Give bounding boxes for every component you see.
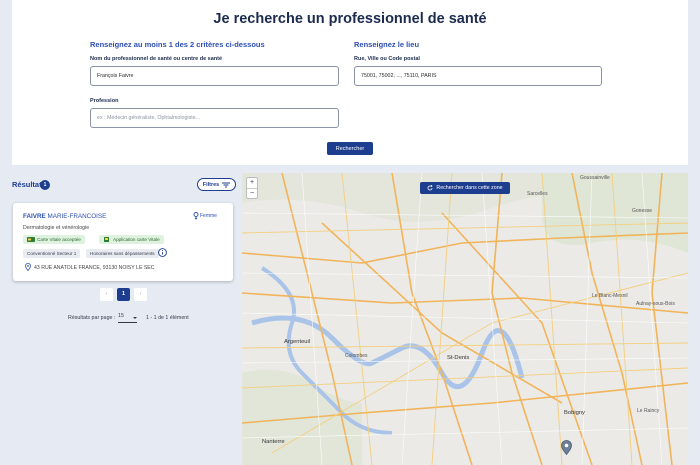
results-count-badge: 1 bbox=[40, 180, 50, 190]
female-icon bbox=[193, 212, 199, 220]
location-input[interactable] bbox=[354, 66, 602, 86]
results-title: Résultat bbox=[12, 180, 42, 189]
per-page-select[interactable]: 15 bbox=[118, 313, 137, 323]
location-field-label: Rue, Ville ou Code postal bbox=[354, 56, 420, 62]
gender-label: Femme bbox=[200, 213, 217, 219]
profession-input[interactable] bbox=[90, 108, 339, 128]
chevron-down-icon bbox=[133, 317, 137, 319]
criteria-section-title: Renseignez au moins 1 des 2 critères ci-… bbox=[90, 40, 265, 49]
pagination-page-1[interactable]: 1 bbox=[117, 288, 130, 301]
search-panel: Je recherche un professionnel de santé R… bbox=[12, 0, 688, 165]
map-label-colombes: Colombes bbox=[345, 353, 368, 359]
tag-honoraires: Honoraires sans dépassements bbox=[86, 249, 159, 258]
name-field-label: Nom du professionnel de santé ou centre … bbox=[90, 56, 223, 62]
filters-button-label: Filtres bbox=[202, 181, 220, 188]
professional-first-name: MARIE-FRANCOISE bbox=[47, 213, 107, 220]
profession-field-label: Profession bbox=[90, 98, 119, 104]
map-label-nanterre: Nanterre bbox=[262, 439, 285, 445]
zoom-out-button[interactable]: − bbox=[247, 189, 257, 199]
specialty: Dermatologie et vénérologie bbox=[23, 225, 90, 231]
search-this-area-label: Rechercher dans cette zone bbox=[436, 185, 503, 191]
mobile-app-icon bbox=[104, 237, 109, 242]
location-section-title: Renseignez le lieu bbox=[354, 40, 420, 49]
address: 43 RUE ANATOLE FRANCE, 93130 NOISY LE SE… bbox=[34, 265, 155, 271]
map-marker-icon[interactable] bbox=[561, 440, 572, 455]
map-label-argenteuil: Argenteuil bbox=[284, 339, 311, 345]
map-label-sarcelles: Sarcelles bbox=[527, 191, 548, 197]
map-label-gonesse: Gonesse bbox=[632, 208, 653, 214]
map-label-raincy: Le Raincy bbox=[637, 408, 660, 414]
search-button[interactable]: Rechercher bbox=[327, 142, 373, 155]
page-title: Je recherche un professionnel de santé bbox=[213, 11, 487, 27]
range-label: 1 - 1 de 1 élément bbox=[146, 315, 189, 321]
filter-icon bbox=[222, 182, 231, 187]
map-label-st-denis: St-Denis bbox=[447, 355, 470, 361]
map-label-bobigny: Bobigny bbox=[564, 410, 585, 416]
professional-last-name: FAIVRE bbox=[23, 213, 46, 220]
tag-application-vitale: Application carte Vitale bbox=[99, 235, 164, 244]
filters-button[interactable]: Filtres bbox=[197, 178, 236, 191]
carte-vitale-icon bbox=[27, 237, 35, 242]
info-icon[interactable] bbox=[158, 248, 167, 257]
per-page-value: 15 bbox=[118, 313, 124, 319]
map[interactable]: Goussainville Sarcelles Le Blanc-Mesnil … bbox=[242, 173, 688, 465]
map-zoom-control: + − bbox=[246, 177, 258, 199]
refresh-icon bbox=[428, 185, 434, 191]
map-label-aulnay: Aulnay-sous-Bois bbox=[636, 301, 675, 307]
map-tiles bbox=[242, 173, 688, 465]
location-pin-icon bbox=[25, 263, 31, 271]
per-page-label: Résultats par page : bbox=[68, 315, 116, 321]
pagination-next-button[interactable]: › bbox=[134, 288, 147, 301]
professional-name[interactable]: FAIVRE MARIE-FRANCOISE bbox=[23, 213, 106, 220]
search-this-area-button[interactable]: Rechercher dans cette zone bbox=[420, 182, 510, 194]
tag-carte-vitale: Carte Vitale acceptée bbox=[23, 235, 85, 244]
map-label-goussainville: Goussainville bbox=[580, 175, 610, 181]
professional-name-input[interactable] bbox=[90, 66, 339, 86]
pagination-prev-button[interactable]: ‹ bbox=[100, 288, 113, 301]
map-label-blanc-mesnil: Le Blanc-Mesnil bbox=[592, 293, 628, 299]
tag-secteur: Conventionné Secteur 1 bbox=[23, 249, 81, 258]
zoom-in-button[interactable]: + bbox=[247, 178, 257, 188]
